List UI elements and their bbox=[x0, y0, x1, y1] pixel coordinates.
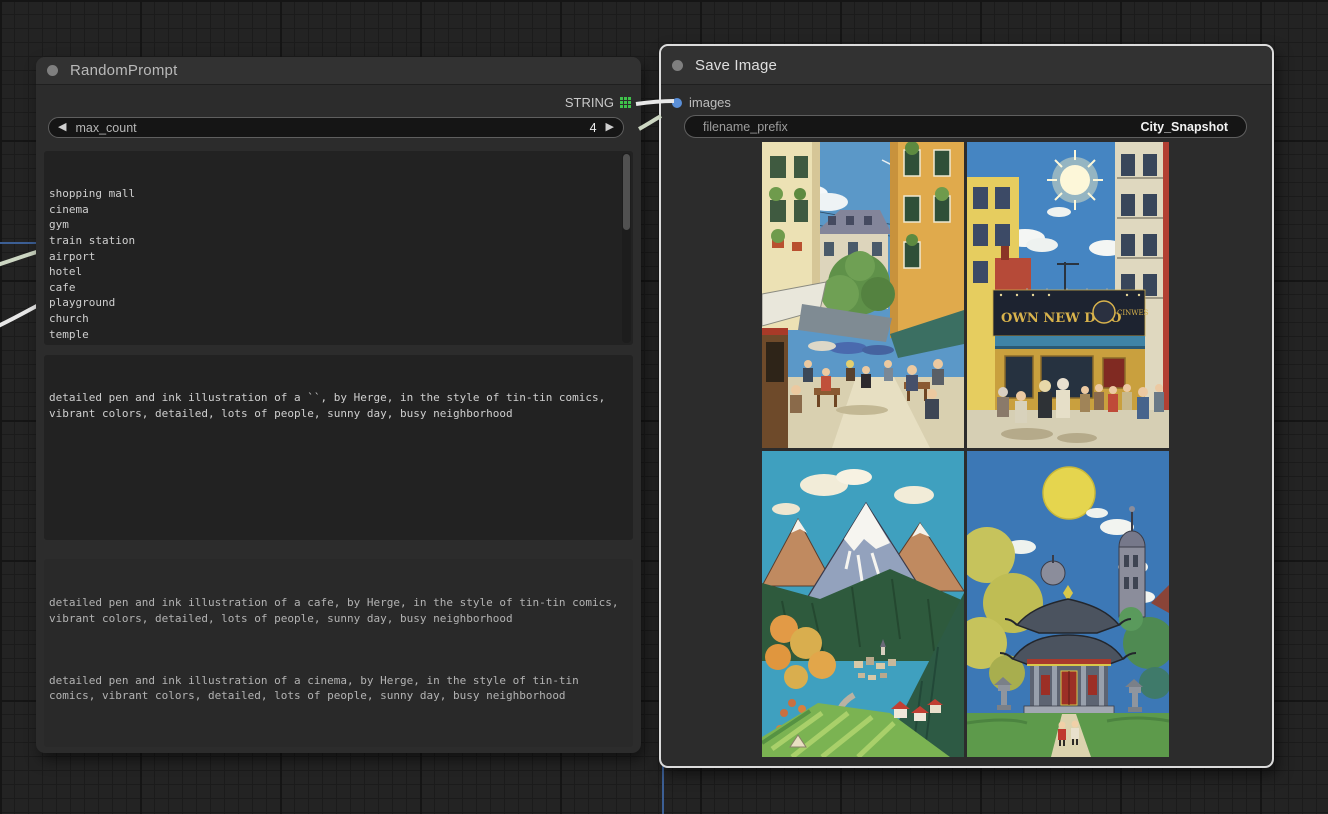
template-text: detailed pen and ink illustration of a `… bbox=[49, 391, 612, 420]
decrement-arrow-icon[interactable]: ◀ bbox=[49, 122, 75, 133]
wordlist-textarea[interactable]: shopping mall cinema gym train station a… bbox=[44, 151, 633, 345]
collapse-dot-icon[interactable] bbox=[47, 65, 58, 76]
max-count-widget[interactable]: ◀ max_count 4 ▶ bbox=[48, 117, 624, 138]
saved-image-cinema-facade: OWN NEW DWO CINWES bbox=[967, 142, 1169, 448]
save-image-node[interactable]: Save Image images filename_prefix City_S… bbox=[659, 44, 1274, 768]
saved-image-mountain-valley bbox=[762, 451, 964, 757]
cinema-marquee-side-text: CINWES bbox=[1117, 309, 1149, 317]
generated-prompt-1: detailed pen and ink illustration of a c… bbox=[49, 596, 626, 625]
generated-prompts-panel: detailed pen and ink illustration of a c… bbox=[44, 559, 633, 747]
string-output-label: STRING bbox=[564, 95, 614, 110]
images-input-slot-icon[interactable] bbox=[672, 97, 682, 108]
save-image-node-title: Save Image bbox=[695, 56, 778, 74]
filename-prefix-label: filename_prefix bbox=[703, 119, 788, 134]
random-prompt-node[interactable]: RandomPrompt STRING ◀ max_count 4 ▶ shop… bbox=[36, 57, 641, 753]
filename-prefix-widget[interactable]: filename_prefix City_Snapshot bbox=[684, 115, 1247, 138]
saved-images-grid: OWN NEW DWO CINWES bbox=[762, 142, 1169, 757]
node-graph-canvas[interactable]: { "random_prompt": { "title": "RandomPro… bbox=[0, 0, 1328, 814]
increment-arrow-icon[interactable]: ▶ bbox=[597, 122, 623, 133]
save-image-node-header[interactable]: Save Image bbox=[661, 46, 1272, 85]
wordlist-text: shopping mall cinema gym train station a… bbox=[49, 187, 136, 345]
scrollbar-track[interactable] bbox=[622, 153, 631, 343]
saved-image-temple bbox=[967, 451, 1169, 757]
random-prompt-node-header[interactable]: RandomPrompt bbox=[36, 57, 641, 85]
collapse-dot-icon[interactable] bbox=[672, 59, 683, 71]
string-output-slot-icon[interactable] bbox=[620, 97, 631, 108]
saved-image-cafe-street bbox=[762, 142, 964, 448]
max-count-label: max_count bbox=[75, 120, 137, 135]
images-input-label: images bbox=[689, 95, 731, 110]
filename-prefix-value: City_Snapshot bbox=[1140, 119, 1228, 134]
random-prompt-node-title: RandomPrompt bbox=[70, 62, 178, 79]
scrollbar-thumb[interactable] bbox=[623, 154, 630, 230]
max-count-value: 4 bbox=[589, 120, 597, 135]
template-textarea[interactable]: detailed pen and ink illustration of a `… bbox=[44, 355, 633, 540]
generated-prompt-2: detailed pen and ink illustration of a c… bbox=[49, 673, 586, 703]
